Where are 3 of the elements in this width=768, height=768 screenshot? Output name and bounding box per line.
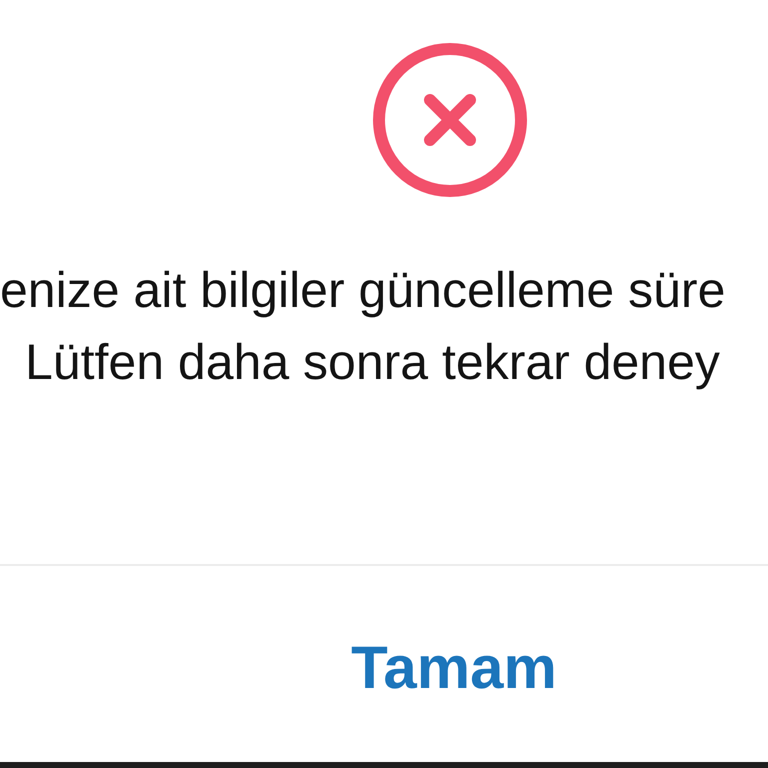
error-message: enize ait bilgiler güncelleme süre Lütfen daha sonra tekrar deney: [0, 261, 726, 392]
error-icon: [373, 43, 527, 197]
ok-button[interactable]: Tamam: [347, 632, 561, 704]
